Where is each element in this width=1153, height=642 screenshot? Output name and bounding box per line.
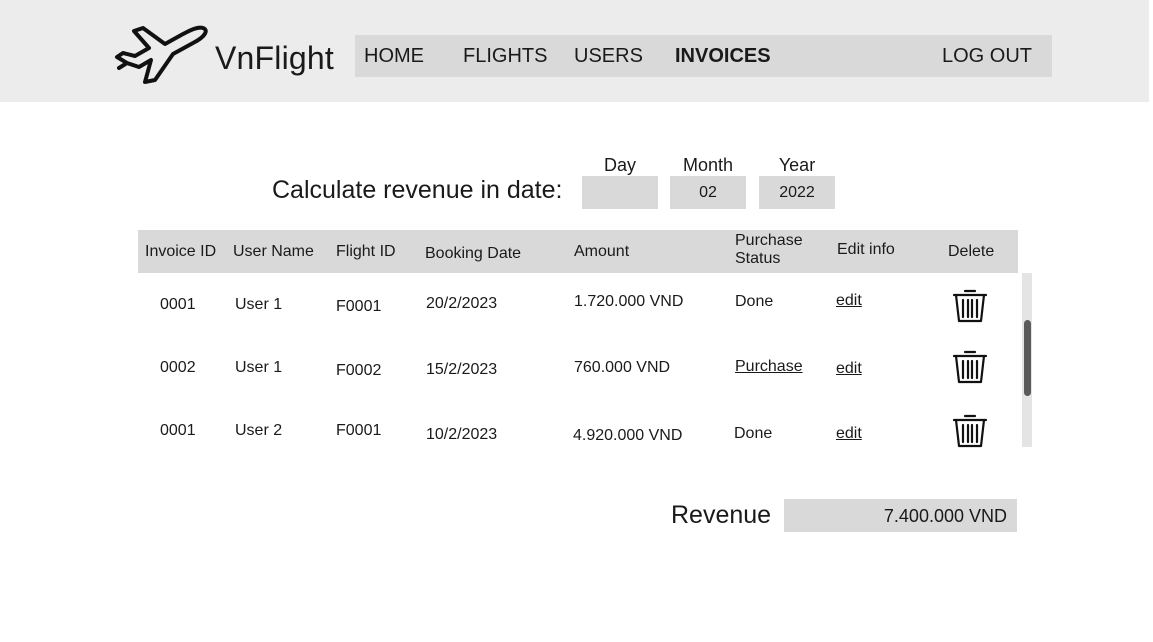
cell-user-name: User 2 (235, 422, 283, 439)
cell-invoice-id: 0002 (160, 359, 196, 376)
header-invoice-id: Invoice ID (145, 243, 217, 260)
nav-flights[interactable]: FLIGHTS (463, 35, 547, 77)
year-label: Year (778, 155, 816, 175)
airplane-icon (113, 24, 211, 91)
cell-amount: 4.920.000 VND (573, 427, 683, 444)
header-delete: Delete (948, 243, 995, 260)
cell-amount: 1.720.000 VND (574, 293, 684, 310)
cell-flight-id: F0001 (336, 422, 382, 439)
month-input[interactable] (670, 176, 746, 209)
nav-invoices[interactable]: INVOICES (675, 35, 771, 77)
header-amount: Amount (574, 243, 630, 260)
trash-icon[interactable] (952, 348, 988, 384)
revenue-date-title: Calculate revenue in date: (272, 176, 563, 204)
header-purchase-status-line1: Purchase (735, 232, 803, 249)
cell-status: Done (734, 425, 773, 442)
header-user-name: User Name (233, 243, 314, 260)
main-nav: HOME FLIGHTS USERS INVOICES LOG OUT (355, 35, 1052, 77)
app-name: VnFlight (215, 40, 334, 76)
revenue-value: 7.400.000 VND (784, 499, 1017, 532)
edit-link[interactable]: edit (836, 360, 862, 378)
cell-booking-date: 15/2/2023 (426, 361, 498, 378)
trash-icon[interactable] (952, 412, 988, 448)
logo[interactable]: VnFlight (113, 24, 334, 91)
day-input[interactable] (582, 176, 658, 209)
day-label: Day (603, 155, 636, 175)
cell-booking-date: 20/2/2023 (426, 295, 498, 312)
month-label: Month (682, 155, 734, 175)
table-scrollbar[interactable] (1022, 273, 1032, 447)
trash-icon[interactable] (952, 287, 988, 323)
header-flight-id: Flight ID (336, 243, 396, 260)
invoices-table: Invoice ID User Name Flight ID Booking D… (138, 230, 1033, 448)
cell-status: Done (735, 293, 774, 310)
edit-link[interactable]: edit (836, 292, 862, 310)
edit-link[interactable]: edit (836, 425, 862, 443)
cell-flight-id: F0002 (336, 362, 382, 379)
cell-invoice-id: 0001 (160, 296, 196, 313)
cell-booking-date: 10/2/2023 (426, 426, 498, 443)
nav-users[interactable]: USERS (574, 35, 643, 77)
cell-user-name: User 1 (235, 359, 283, 376)
header-purchase-status-line2: Status (735, 250, 781, 268)
scrollbar-thumb[interactable] (1024, 320, 1031, 396)
cell-amount: 760.000 VND (574, 359, 671, 376)
header-purchase-status: Purchase Status (735, 232, 803, 269)
table-header: Invoice ID User Name Flight ID Booking D… (138, 230, 1018, 273)
revenue-label: Revenue (671, 501, 772, 529)
year-input[interactable] (759, 176, 835, 209)
purchase-link[interactable]: Purchase (735, 358, 803, 376)
header-booking-date: Booking Date (425, 245, 522, 262)
header-edit-info: Edit info (837, 241, 895, 258)
cell-user-name: User 1 (235, 296, 283, 313)
cell-flight-id: F0001 (336, 298, 382, 315)
cell-invoice-id: 0001 (160, 422, 196, 439)
header-bar: VnFlight HOME FLIGHTS USERS INVOICES LOG… (0, 0, 1149, 102)
nav-home[interactable]: HOME (364, 35, 424, 77)
nav-logout[interactable]: LOG OUT (942, 35, 1032, 77)
